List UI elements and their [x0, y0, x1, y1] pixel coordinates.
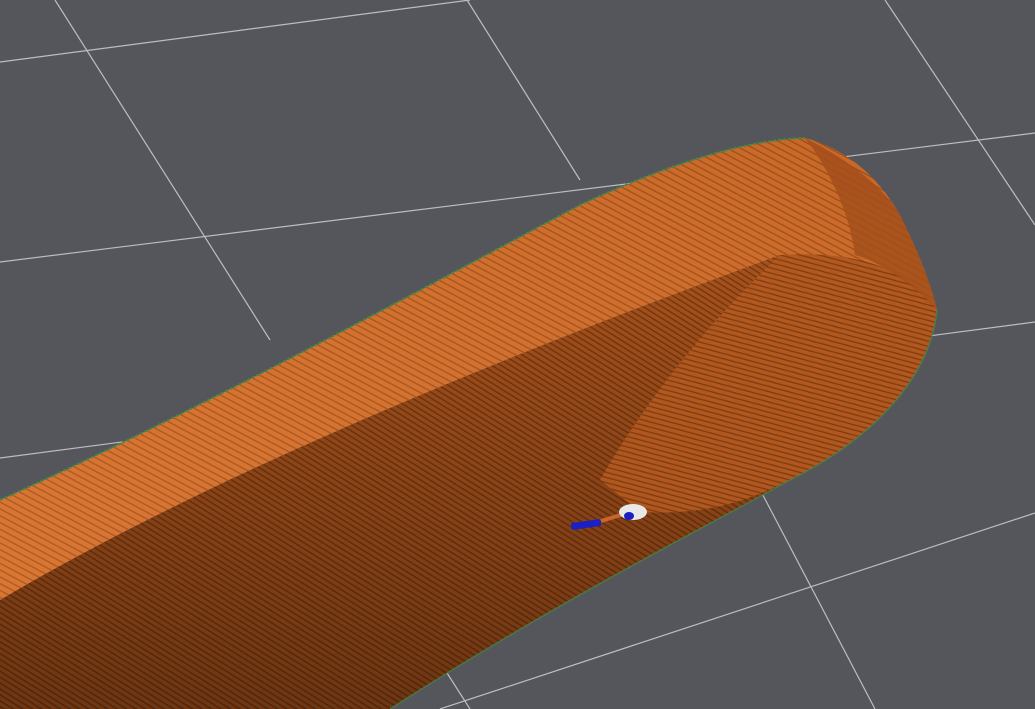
3d-viewport[interactable] — [0, 0, 1035, 709]
printed-model[interactable] — [0, 137, 938, 709]
scene-canvas — [0, 0, 1035, 709]
